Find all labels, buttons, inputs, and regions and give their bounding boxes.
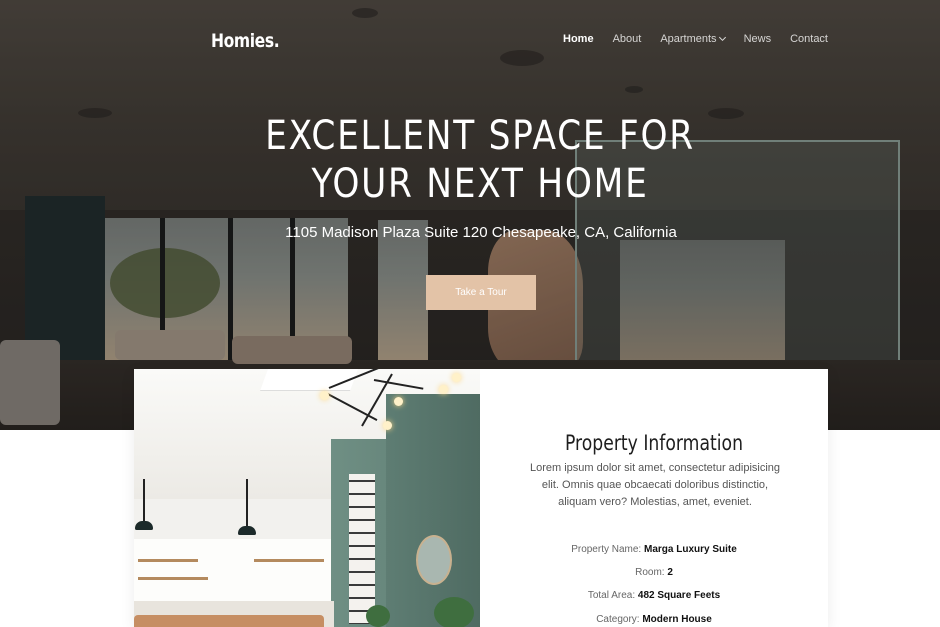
nav-item-about[interactable]: About	[613, 33, 642, 45]
detail-category: Category: Modern House	[480, 614, 828, 625]
hero-overlay	[0, 0, 940, 430]
light-bulb	[320, 391, 329, 400]
detail-property-name: Property Name: Marga Luxury Suite	[480, 544, 828, 555]
plant	[434, 597, 474, 627]
main-nav: Home About Apartments News Contact	[563, 33, 828, 45]
detail-room: Room: 2	[480, 567, 828, 578]
shelf	[138, 577, 208, 580]
accent-wall	[386, 394, 480, 627]
shelf	[138, 559, 198, 562]
wall-art	[349, 474, 375, 624]
property-photo	[134, 369, 480, 627]
detail-value: Modern House	[642, 614, 712, 625]
shelf	[254, 559, 324, 562]
pendant-lamp	[238, 526, 256, 535]
nav-item-news[interactable]: News	[744, 33, 772, 45]
light-bulb	[383, 421, 392, 430]
hero-headline-line2: YOUR NEXT HOME	[311, 161, 649, 207]
round-mirror	[416, 535, 452, 585]
property-title: Property Information	[564, 431, 744, 455]
property-card: Property Information Lorem ipsum dolor s…	[134, 369, 828, 627]
chevron-down-icon	[718, 33, 726, 42]
property-description: Lorem ipsum dolor sit amet, consectetur …	[529, 462, 781, 508]
detail-label: Total Area:	[587, 590, 636, 601]
pendant-cord	[143, 479, 145, 524]
detail-value: 2	[667, 567, 673, 578]
light-bulb	[439, 385, 448, 394]
site-logo[interactable]: Homies.	[211, 30, 280, 52]
hero-headline: EXCELLENT SPACE FOR YOUR NEXT HOME	[67, 112, 893, 208]
pendant-cord	[246, 479, 248, 529]
nav-item-home[interactable]: Home	[563, 33, 594, 45]
detail-label: Category:	[596, 614, 640, 625]
hero-headline-line1: EXCELLENT SPACE FOR	[265, 113, 695, 159]
detail-label: Property Name:	[571, 544, 642, 555]
hero-address: 1105 Madison Plaza Suite 120 Chesapeake,…	[285, 224, 677, 241]
detail-total-area: Total Area: 482 Square Feets	[480, 590, 828, 601]
light-bulb	[452, 373, 461, 382]
detail-value: Marga Luxury Suite	[644, 544, 737, 555]
nav-item-contact[interactable]: Contact	[790, 33, 828, 45]
hero-section: Homies. Home About Apartments News Conta…	[0, 0, 940, 430]
pendant-lamp	[135, 521, 153, 530]
nav-item-apartments-label: Apartments	[660, 33, 717, 45]
nav-item-apartments[interactable]: Apartments	[660, 33, 726, 45]
detail-label: Room:	[635, 567, 665, 578]
detail-value: 482 Square Feets	[637, 590, 721, 601]
take-a-tour-button[interactable]: Take a Tour	[426, 275, 536, 310]
plant	[366, 605, 390, 627]
sofa	[134, 615, 324, 627]
light-bulb	[394, 397, 403, 406]
property-info: Property Information Lorem ipsum dolor s…	[480, 369, 828, 627]
